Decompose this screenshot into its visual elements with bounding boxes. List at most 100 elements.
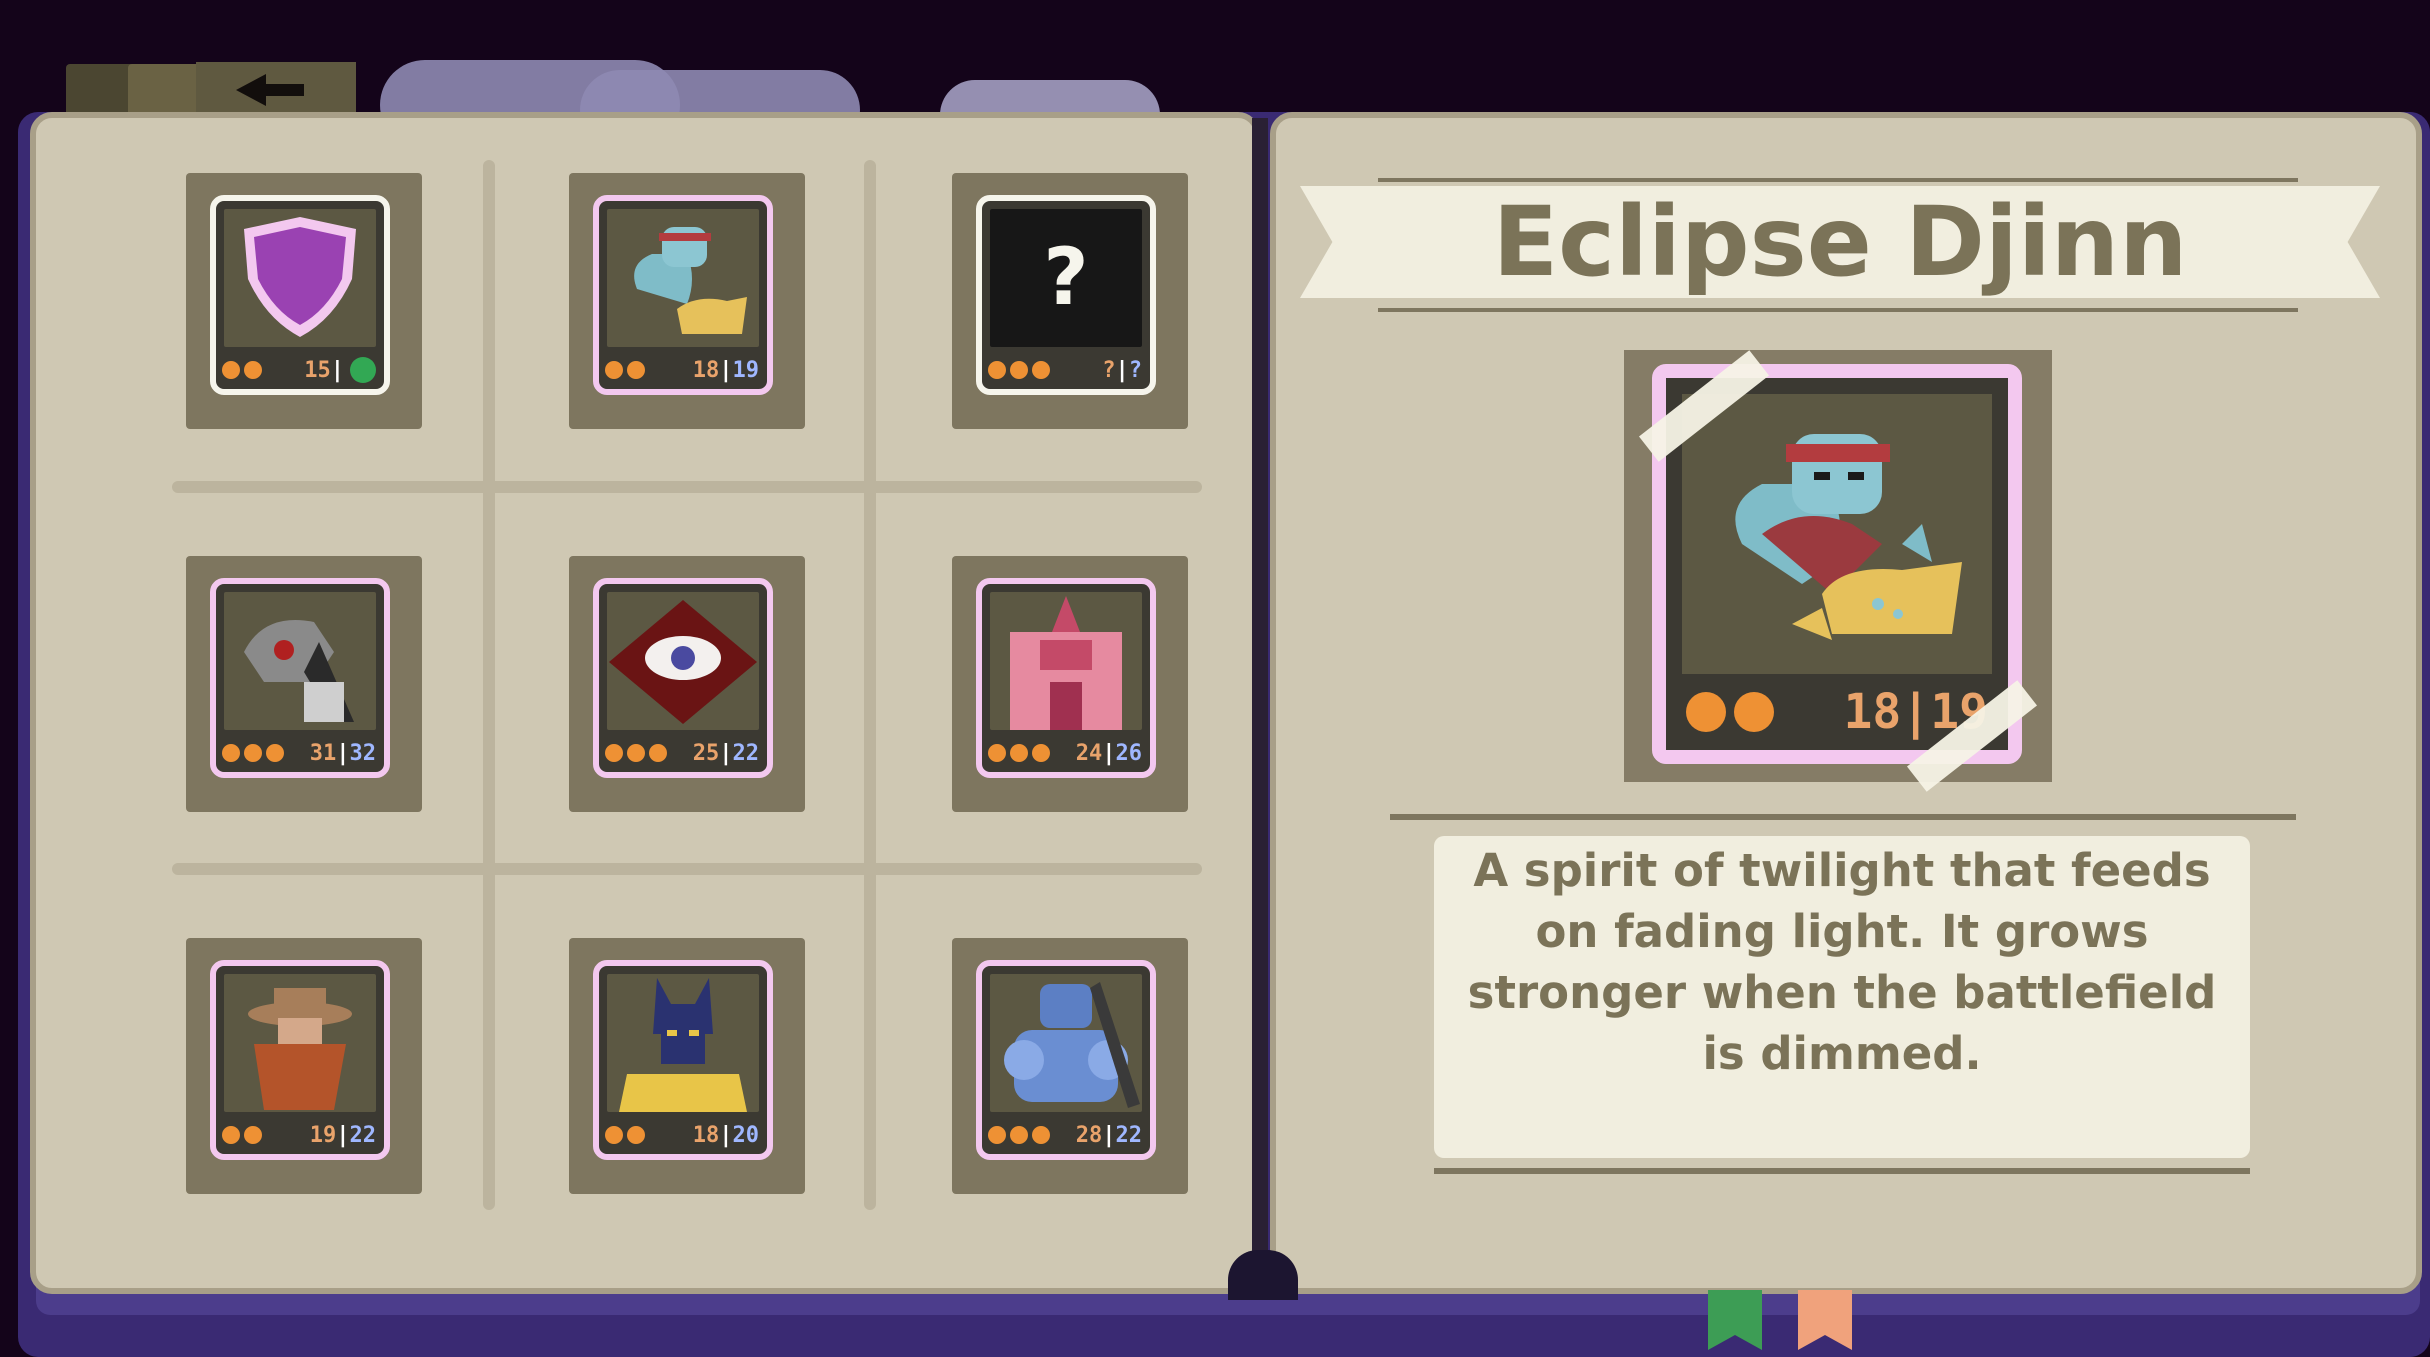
card-stats: 18|20 [601, 1120, 765, 1150]
energy-pip [244, 744, 262, 762]
card-stats: 15| [218, 355, 382, 385]
book-tab [66, 64, 136, 118]
card-stats: 25|22 [601, 738, 765, 768]
card: ? ?|? [976, 195, 1156, 395]
book-spine [1252, 118, 1268, 1293]
back-button[interactable] [196, 62, 356, 118]
card-slot-cowboy[interactable]: 19|22 [186, 938, 422, 1194]
blue-knight-icon [990, 974, 1142, 1112]
card-slot-bone-serpent[interactable]: 31|32 [186, 556, 422, 812]
card: 25|22 [593, 578, 773, 778]
banner-rule [1378, 178, 2298, 182]
card-title: Eclipse Djinn [1492, 186, 2188, 298]
stat-separator: | [336, 1122, 350, 1148]
energy-pip [649, 744, 667, 762]
energy-pip [1010, 361, 1028, 379]
energy-pip [1032, 361, 1050, 379]
grid-divider [864, 160, 876, 1210]
attack-value: 18 [692, 357, 720, 383]
health-value: 22 [1115, 1122, 1143, 1148]
card-slot-eclipse-djinn[interactable]: 18|19 [569, 173, 805, 429]
energy-pip [988, 361, 1006, 379]
attack-value: 18 [692, 1122, 720, 1148]
stat-separator: | [1115, 357, 1129, 383]
card: 24|26 [976, 578, 1156, 778]
cowboy-icon [224, 974, 376, 1112]
purple-shield-icon [224, 209, 376, 347]
energy-pip [222, 361, 240, 379]
attack-value: 31 [309, 740, 337, 766]
card-stats: 18|19 [601, 355, 765, 385]
card-slot-blue-golem[interactable]: 28|22 [952, 938, 1188, 1194]
section-divider [1390, 814, 2296, 820]
energy-pip [988, 744, 1006, 762]
question-mark-icon: ? [990, 209, 1142, 347]
health-value: 22 [349, 1122, 377, 1148]
featured-card: 18|19 [1652, 364, 2022, 764]
stat-separator: | [336, 740, 350, 766]
card: 18|20 [593, 960, 773, 1160]
card-stats: 31|32 [218, 738, 382, 768]
card-stats: ?|? [984, 355, 1148, 385]
energy-pip [222, 744, 240, 762]
green-dot-icon [350, 357, 376, 383]
attack-value: 28 [1075, 1122, 1103, 1148]
attack-value: 18 [1843, 684, 1902, 740]
skeletal-wyrm-icon [224, 592, 376, 730]
book-tab [128, 64, 200, 118]
djinn-icon [607, 209, 759, 347]
stat-separator: | [719, 1122, 733, 1148]
grid-divider [483, 160, 495, 1210]
attack-value: 24 [1075, 740, 1103, 766]
energy-pip [605, 744, 623, 762]
attack-value: 19 [309, 1122, 337, 1148]
energy-pip [988, 1126, 1006, 1144]
energy-pip [1032, 1126, 1050, 1144]
attack-value: 25 [692, 740, 720, 766]
card-slot-unknown[interactable]: ? ?|? [952, 173, 1188, 429]
health-value: 32 [349, 740, 377, 766]
energy-pip [222, 1126, 240, 1144]
health-value: 26 [1115, 740, 1143, 766]
card-slot-shield[interactable]: 15| [186, 173, 422, 429]
red-eye-icon [607, 592, 759, 730]
book-spine-cap [1228, 1250, 1298, 1300]
energy-pip [1032, 744, 1050, 762]
card-stats: 28|22 [984, 1120, 1148, 1150]
energy-pip [1734, 692, 1774, 732]
stat-separator: | [1102, 1122, 1116, 1148]
grid-divider [172, 863, 1202, 875]
arrow-left-icon [236, 74, 304, 106]
card: 18|19 [593, 195, 773, 395]
section-divider [1434, 1168, 2250, 1174]
energy-pip [244, 361, 262, 379]
card-slot-crimson-eye[interactable]: 25|22 [569, 556, 805, 812]
stat-separator: | [719, 357, 733, 383]
card: 31|32 [210, 578, 390, 778]
health-value: 20 [732, 1122, 760, 1148]
featured-card-slot: 18|19 [1624, 350, 2052, 792]
stat-separator: | [719, 740, 733, 766]
card-stats: 19|22 [218, 1120, 382, 1150]
energy-pip [1010, 744, 1028, 762]
energy-pip [627, 744, 645, 762]
energy-pip [266, 744, 284, 762]
card-slot-anubis[interactable]: 18|20 [569, 938, 805, 1194]
energy-pip [1010, 1126, 1028, 1144]
card: 19|22 [210, 960, 390, 1160]
card-stats: 24|26 [984, 738, 1148, 768]
health-value: 19 [732, 357, 760, 383]
banner-rule [1378, 308, 2298, 312]
card-description: A spirit of twilight that feeds on fadin… [1467, 844, 2217, 1080]
energy-pip [627, 1126, 645, 1144]
energy-pip [605, 1126, 623, 1144]
card-slot-pink-mech[interactable]: 24|26 [952, 556, 1188, 812]
health-value: ? [1128, 357, 1142, 383]
card: 28|22 [976, 960, 1156, 1160]
health-value: 22 [732, 740, 760, 766]
pink-mech-icon [990, 592, 1142, 730]
stat-separator: | [330, 357, 344, 383]
djinn-icon [1682, 394, 1992, 674]
energy-pip [1686, 692, 1726, 732]
energy-pip [627, 361, 645, 379]
